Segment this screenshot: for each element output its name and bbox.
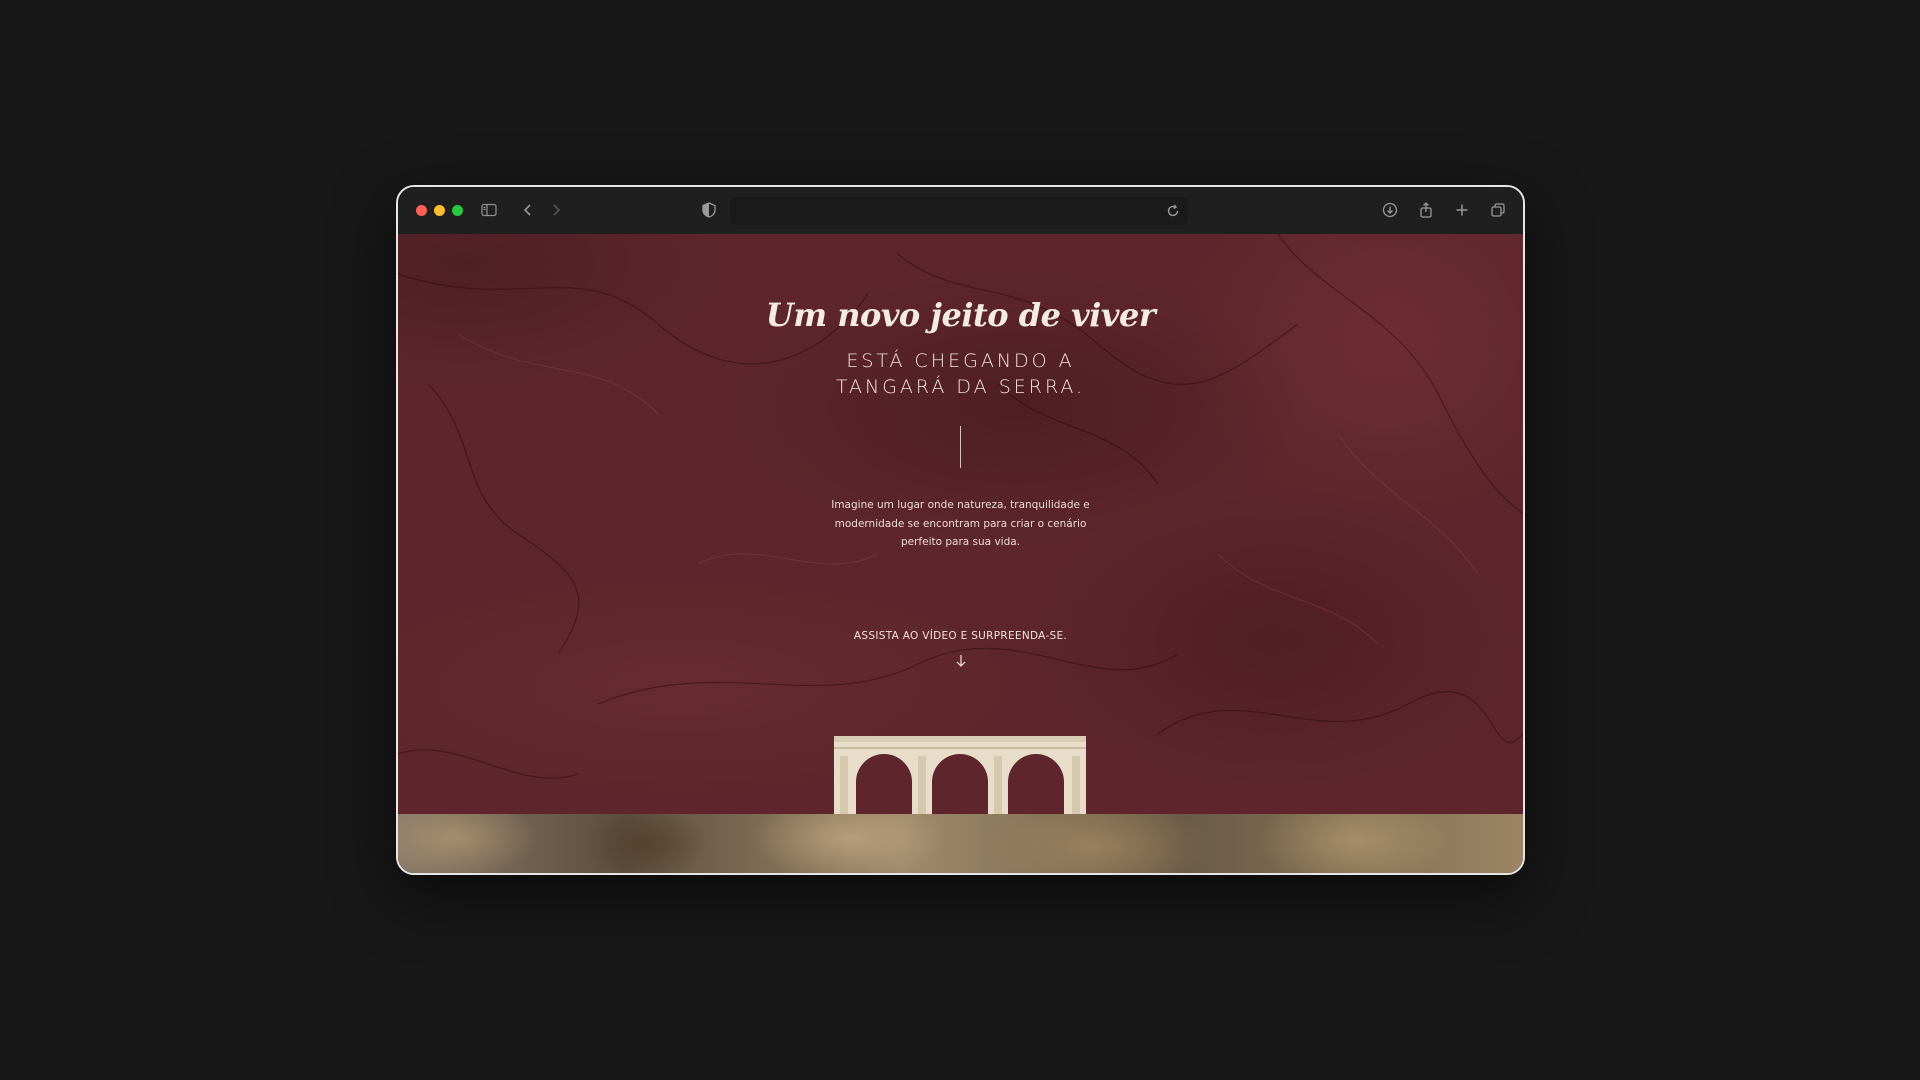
chevron-right-icon[interactable] xyxy=(545,199,567,221)
chevron-left-icon[interactable] xyxy=(517,199,539,221)
hero-section: Um novo jeito de viver ESTÁ CHEGANDO A T… xyxy=(398,234,1523,814)
tabs-overview-icon[interactable] xyxy=(1487,199,1509,221)
arrow-down-icon[interactable] xyxy=(955,654,967,668)
address-bar[interactable] xyxy=(730,197,1188,225)
download-icon[interactable] xyxy=(1379,199,1401,221)
shield-icon[interactable] xyxy=(698,199,720,221)
vertical-divider xyxy=(960,426,961,468)
hero-script-title: Um novo jeito de viver xyxy=(765,296,1156,334)
nature-photo-strip xyxy=(398,814,1523,873)
browser-toolbar xyxy=(398,187,1523,234)
reload-icon[interactable] xyxy=(1164,202,1182,220)
watch-video-link[interactable]: ASSISTA AO VÍDEO E SURPREENDA-SE. xyxy=(854,630,1067,642)
share-icon[interactable] xyxy=(1415,199,1437,221)
maximize-window-button[interactable] xyxy=(452,205,463,216)
plus-icon[interactable] xyxy=(1451,199,1473,221)
minimize-window-button[interactable] xyxy=(434,205,445,216)
browser-window: Um novo jeito de viver ESTÁ CHEGANDO A T… xyxy=(396,185,1525,875)
page-viewport: Um novo jeito de viver ESTÁ CHEGANDO A T… xyxy=(398,234,1523,873)
aqueduct-illustration xyxy=(834,736,1086,814)
hero-lead-text: Imagine um lugar onde natureza, tranquil… xyxy=(831,499,1090,548)
hero-caps-title: ESTÁ CHEGANDO A TANGARÁ DA SERRA. xyxy=(835,350,1086,398)
hero-content: Um novo jeito de viver ESTÁ CHEGANDO A T… xyxy=(398,234,1523,668)
sidebar-icon[interactable] xyxy=(478,199,500,221)
close-window-button[interactable] xyxy=(416,205,427,216)
